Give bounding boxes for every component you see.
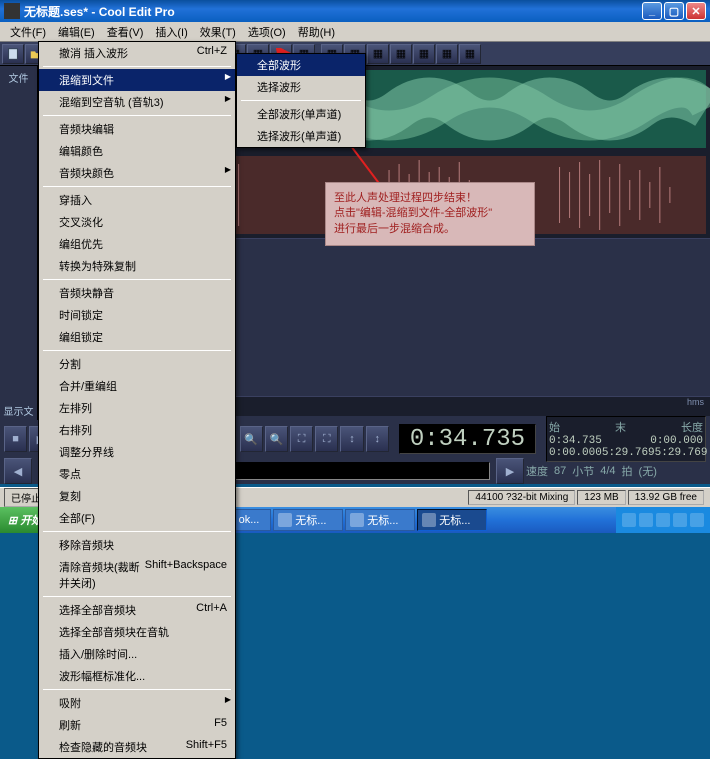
menu-item[interactable]: 选择全部音频块在音轨 bbox=[39, 621, 235, 643]
menu-item[interactable]: 音频块编辑 bbox=[39, 118, 235, 140]
menu-file[interactable]: 文件(F) bbox=[4, 22, 52, 42]
tray-icon[interactable] bbox=[622, 513, 636, 527]
menu-effects[interactable]: 效果(T) bbox=[194, 22, 242, 42]
tempo-box: 速度 87 小节 4/4 拍 (无) bbox=[526, 463, 706, 479]
annotation-line2: 点击"编辑-混缩到文件-全部波形" bbox=[334, 206, 526, 221]
display-label: 显示文 bbox=[0, 399, 37, 422]
toolbar-new[interactable] bbox=[2, 44, 24, 64]
edit-menu-dropdown: 撤消 插入波形Ctrl+Z混缩到文件混缩到空音轨 (音轨3)音频块编辑编辑颜色音… bbox=[38, 41, 236, 759]
menu-item[interactable]: 交叉淡化 bbox=[39, 211, 235, 233]
annotation-line1: 至此人声处理过程四步结束！ bbox=[334, 191, 526, 206]
view-begin: 0:00.000 bbox=[549, 447, 602, 459]
submenu-item[interactable]: 全部波形 bbox=[237, 54, 365, 76]
key[interactable]: (无) bbox=[639, 463, 657, 479]
view-end: 5:29.769 bbox=[602, 447, 655, 459]
menu-item[interactable]: 选择全部音频块Ctrl+A bbox=[39, 599, 235, 621]
scroll-right[interactable]: ▶ bbox=[496, 458, 524, 484]
menu-help[interactable]: 帮助(H) bbox=[292, 22, 341, 42]
view-len: 5:29.769 bbox=[655, 447, 708, 459]
taskbar-item[interactable]: 无标... bbox=[417, 509, 487, 531]
tray-icon[interactable] bbox=[673, 513, 687, 527]
menu-item[interactable]: 左排列 bbox=[39, 397, 235, 419]
title-bar: 无标题.ses* - Cool Edit Pro _ ▢ ✕ bbox=[0, 0, 710, 22]
menu-item[interactable]: 转换为特殊复制 bbox=[39, 255, 235, 277]
submenu-item[interactable]: 选择波形 bbox=[237, 76, 365, 98]
bpm[interactable]: 87 bbox=[554, 465, 566, 477]
menu-options[interactable]: 选项(O) bbox=[242, 22, 292, 42]
sel-begin: 0:34.735 bbox=[549, 435, 602, 447]
left-panel: 文件 显示文 bbox=[0, 66, 38, 438]
menu-item[interactable]: 检查隐藏的音频块Shift+F5 bbox=[39, 736, 235, 758]
menu-item[interactable]: 移除音频块 bbox=[39, 534, 235, 556]
scroll-left[interactable]: ◀ bbox=[4, 458, 32, 484]
menu-insert[interactable]: 插入(I) bbox=[149, 22, 193, 42]
maximize-button[interactable]: ▢ bbox=[664, 2, 684, 20]
window-title: 无标题.ses* - Cool Edit Pro bbox=[24, 3, 642, 20]
menu-item[interactable]: 混缩到文件 bbox=[39, 69, 235, 91]
selection-info: 始末长度 0:34.7350:00.000 0:00.0005:29.7695:… bbox=[546, 416, 706, 462]
menu-item[interactable]: 分割 bbox=[39, 353, 235, 375]
status-format: 44100 ?32-bit Mixing bbox=[468, 490, 575, 505]
menu-edit[interactable]: 编辑(E) bbox=[52, 22, 101, 42]
zoom-in-button[interactable]: 🔍 bbox=[240, 426, 263, 452]
menu-item[interactable]: 波形幅框标准化... bbox=[39, 665, 235, 687]
time-display: 0:34.735 bbox=[399, 424, 536, 454]
mixdown-submenu: 全部波形选择波形全部波形(单声道)选择波形(单声道) bbox=[236, 53, 366, 148]
time-unit: hms bbox=[687, 397, 704, 407]
menu-item[interactable]: 音频块颜色 bbox=[39, 162, 235, 184]
system-tray[interactable] bbox=[616, 507, 710, 533]
annotation-box: 至此人声处理过程四步结束！ 点击"编辑-混缩到文件-全部波形" 进行最后一步混缩… bbox=[325, 182, 535, 246]
zoom-fit-button[interactable]: ⛶ bbox=[290, 426, 313, 452]
close-button[interactable]: ✕ bbox=[686, 2, 706, 20]
menu-item[interactable]: 编辑颜色 bbox=[39, 140, 235, 162]
menu-item[interactable]: 插入/删除时间... bbox=[39, 643, 235, 665]
tray-icon[interactable] bbox=[690, 513, 704, 527]
annotation-line3: 进行最后一步混缩合成。 bbox=[334, 222, 526, 237]
zoom-sel-button[interactable]: ⛶ bbox=[315, 426, 338, 452]
minimize-button[interactable]: _ bbox=[642, 2, 662, 20]
zoom-v-in[interactable]: ↕ bbox=[340, 426, 363, 452]
menu-item[interactable]: 合并/重编组 bbox=[39, 375, 235, 397]
start-icon: ⊞ bbox=[8, 514, 17, 527]
tray-icon[interactable] bbox=[656, 513, 670, 527]
status-mem: 123 MB bbox=[577, 490, 625, 505]
zoom-out-button[interactable]: 🔍 bbox=[265, 426, 288, 452]
menu-item[interactable]: 撤消 插入波形Ctrl+Z bbox=[39, 42, 235, 64]
sig[interactable]: 4/4 bbox=[600, 465, 615, 477]
menu-item[interactable]: 刷新F5 bbox=[39, 714, 235, 736]
menu-item[interactable]: 复刻 bbox=[39, 485, 235, 507]
taskbar-item[interactable]: 无标... bbox=[345, 509, 415, 531]
stop-button[interactable]: ■ bbox=[4, 426, 27, 452]
menu-item[interactable]: 清除音频块(裁断并关闭)Shift+Backspace bbox=[39, 556, 235, 594]
status-disk: 13.92 GB free bbox=[628, 490, 704, 505]
menu-bar: 文件(F) 编辑(E) 查看(V) 插入(I) 效果(T) 选项(O) 帮助(H… bbox=[0, 22, 710, 42]
zoom-v-out[interactable]: ↕ bbox=[366, 426, 389, 452]
menu-item[interactable]: 编组优先 bbox=[39, 233, 235, 255]
menu-item[interactable]: 全部(F) bbox=[39, 507, 235, 529]
menu-item[interactable]: 零点 bbox=[39, 463, 235, 485]
submenu-item[interactable]: 选择波形(单声道) bbox=[237, 125, 365, 147]
tray-icon[interactable] bbox=[639, 513, 653, 527]
toolbar-btn-18[interactable]: ▦ bbox=[413, 44, 435, 64]
menu-item[interactable]: 调整分界线 bbox=[39, 441, 235, 463]
menu-item[interactable]: 右排列 bbox=[39, 419, 235, 441]
sel-len: 0:00.000 bbox=[650, 435, 703, 447]
window-buttons: _ ▢ ✕ bbox=[642, 2, 706, 20]
menu-item[interactable]: 时间锁定 bbox=[39, 304, 235, 326]
app-icon bbox=[4, 3, 20, 19]
toolbar-btn-19[interactable]: ▦ bbox=[436, 44, 458, 64]
menu-view[interactable]: 查看(V) bbox=[101, 22, 150, 42]
menu-item[interactable]: 混缩到空音轨 (音轨3) bbox=[39, 91, 235, 113]
toolbar-btn-16[interactable]: ▦ bbox=[367, 44, 389, 64]
menu-item[interactable]: 吸附 bbox=[39, 692, 235, 714]
menu-item[interactable]: 音频块静音 bbox=[39, 282, 235, 304]
toolbar-btn-20[interactable]: ▦ bbox=[459, 44, 481, 64]
toolbar-btn-17[interactable]: ▦ bbox=[390, 44, 412, 64]
menu-item[interactable]: 编组锁定 bbox=[39, 326, 235, 348]
submenu-item[interactable]: 全部波形(单声道) bbox=[237, 103, 365, 125]
menu-item[interactable]: 穿插入 bbox=[39, 189, 235, 211]
files-label: 文件 bbox=[0, 66, 37, 89]
taskbar-item[interactable]: 无标... bbox=[273, 509, 343, 531]
